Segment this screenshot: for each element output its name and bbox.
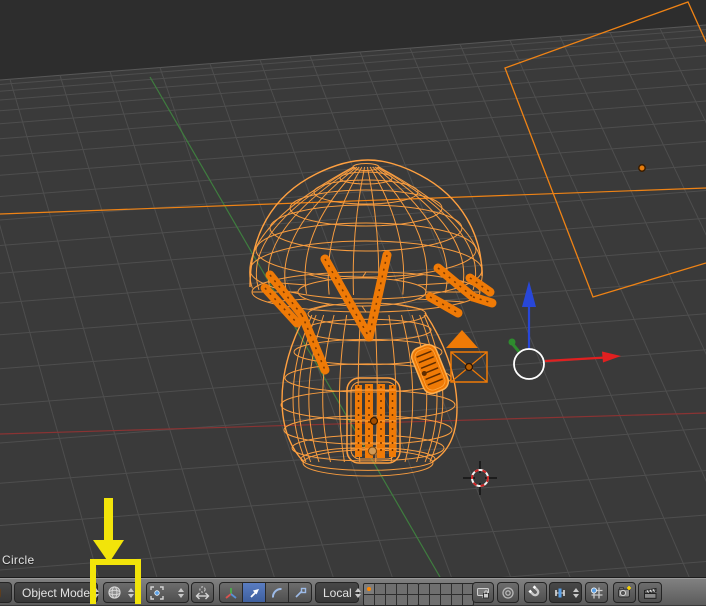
snap-toggle[interactable] bbox=[524, 582, 547, 603]
layer-toggle[interactable] bbox=[397, 584, 407, 594]
layer-toggle[interactable] bbox=[364, 595, 374, 605]
layer-toggle[interactable] bbox=[430, 595, 440, 605]
blender-window: Circle Object Mode Local bbox=[0, 0, 706, 606]
proportional-editing-icon bbox=[502, 586, 514, 599]
layer-toggle[interactable] bbox=[375, 584, 385, 594]
manipulate-center-points-toggle[interactable] bbox=[191, 582, 214, 603]
scene-lock-toggle[interactable] bbox=[472, 582, 494, 603]
mode-dropdown[interactable]: Object Mode bbox=[14, 582, 100, 603]
transform-orientation-dropdown[interactable]: Local bbox=[315, 582, 361, 603]
layer-toggle[interactable] bbox=[375, 595, 385, 605]
viewport-header: Object Mode Local bbox=[0, 577, 706, 606]
layer-toggle[interactable] bbox=[419, 595, 429, 605]
editor-type-icon bbox=[0, 586, 5, 600]
active-object-label: Circle bbox=[2, 553, 35, 567]
rotate-manipulator-button[interactable] bbox=[266, 583, 289, 602]
snap-target-icon bbox=[590, 586, 602, 598]
manipulate-center-points-icon bbox=[192, 585, 213, 600]
layer-toggle[interactable] bbox=[452, 595, 462, 605]
translate-manipulator-button[interactable] bbox=[243, 583, 266, 602]
layer-toggle[interactable] bbox=[364, 584, 374, 594]
pivot-point-dropdown[interactable] bbox=[146, 582, 189, 603]
layer-toggle[interactable] bbox=[408, 584, 418, 594]
chevron-up-down-icon bbox=[570, 587, 583, 598]
proportional-editing-toggle[interactable] bbox=[497, 582, 519, 603]
pivot-point-icon bbox=[147, 585, 167, 600]
editor-type-button[interactable] bbox=[0, 582, 12, 603]
chevron-up-down-icon bbox=[175, 587, 188, 598]
opengl-render-still-button[interactable] bbox=[613, 582, 636, 603]
layer-toggle[interactable] bbox=[386, 584, 396, 594]
rotate-arc-icon bbox=[272, 587, 282, 598]
scene-lock-icon bbox=[477, 587, 489, 598]
layers-group-1 bbox=[363, 583, 419, 606]
chevron-up-down-icon bbox=[90, 587, 103, 598]
snap-increment-icon bbox=[550, 586, 570, 600]
axis-triad-icon bbox=[225, 587, 237, 599]
layer-toggle[interactable] bbox=[441, 595, 451, 605]
door-step-knob bbox=[368, 446, 377, 456]
mode-dropdown-label: Object Mode bbox=[22, 585, 91, 600]
scale-arrow-icon bbox=[295, 587, 307, 598]
snap-element-dropdown[interactable] bbox=[549, 582, 582, 603]
point-lamp[interactable] bbox=[638, 164, 646, 172]
layer-toggle[interactable] bbox=[452, 584, 462, 594]
clapperboard-icon bbox=[643, 587, 656, 599]
viewport-shading-dropdown[interactable] bbox=[103, 582, 139, 603]
layer-toggle[interactable] bbox=[430, 584, 440, 594]
layer-toggle[interactable] bbox=[419, 584, 429, 594]
3d-viewport[interactable] bbox=[0, 0, 706, 577]
scale-manipulator-button[interactable] bbox=[289, 583, 311, 602]
orientation-label: Local bbox=[323, 585, 352, 600]
chevron-up-down-icon bbox=[125, 587, 138, 598]
manipulator-button-group bbox=[219, 582, 312, 603]
door-knob bbox=[369, 416, 379, 426]
layer-toggle[interactable] bbox=[408, 595, 418, 605]
layer-toggle[interactable] bbox=[441, 584, 451, 594]
magnet-icon bbox=[528, 585, 540, 597]
viewport-shading-sphere-icon bbox=[104, 585, 125, 600]
manipulator-toggle-button[interactable] bbox=[220, 583, 243, 602]
snap-target-button[interactable] bbox=[585, 582, 608, 603]
camera-render-icon bbox=[618, 586, 631, 598]
layer-toggle[interactable] bbox=[397, 595, 407, 605]
translate-arrow-icon bbox=[250, 588, 259, 598]
opengl-render-animation-button[interactable] bbox=[638, 582, 662, 603]
layer-toggle[interactable] bbox=[386, 595, 396, 605]
layers-group-2 bbox=[418, 583, 474, 606]
